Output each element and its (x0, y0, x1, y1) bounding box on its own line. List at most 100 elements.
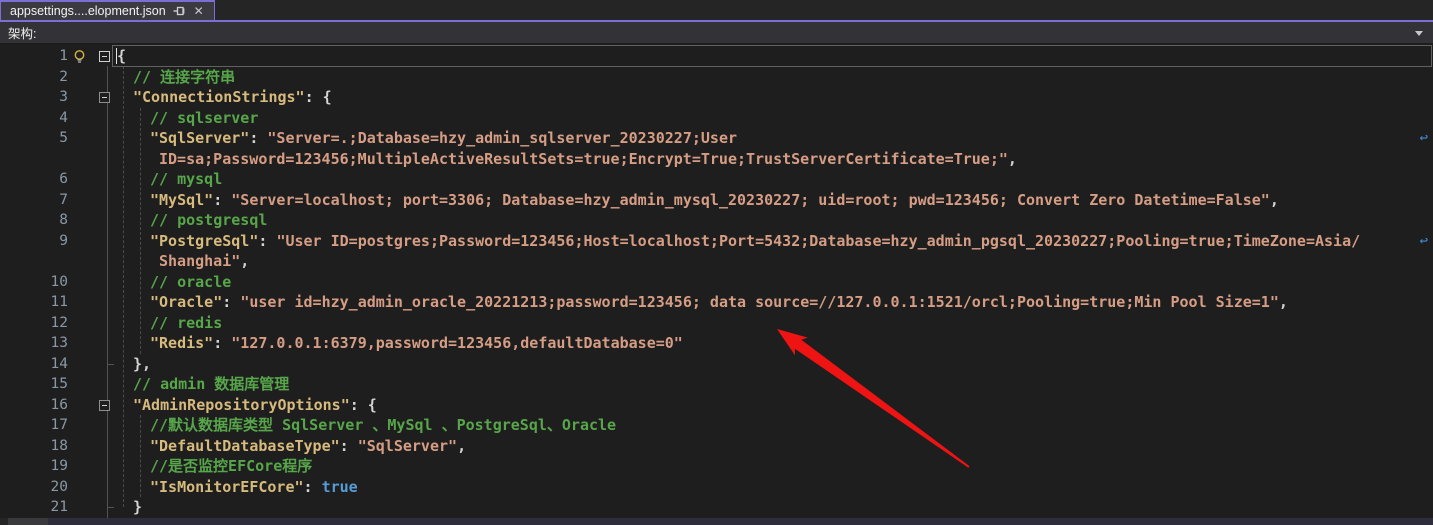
code-line[interactable]: 6// mysql (0, 169, 1433, 190)
line-number: 11 (0, 292, 68, 313)
code-text: // 连接字符串 (117, 67, 235, 88)
fold-margin (90, 272, 117, 293)
code-text: "IsMonitorEFCore": true (117, 477, 358, 498)
code-line[interactable]: Shanghai", (0, 251, 1433, 272)
scrollbar-thumb[interactable] (8, 518, 48, 525)
pin-icon[interactable] (173, 5, 185, 17)
glyph-margin (68, 415, 90, 436)
code-line[interactable]: 18"DefaultDatabaseType": "SqlServer", (0, 436, 1433, 457)
code-line[interactable]: 1{ (0, 46, 1433, 67)
glyph-margin (68, 251, 90, 272)
glyph-margin (68, 333, 90, 354)
code-text: // redis (117, 313, 222, 334)
code-line[interactable]: 17//默认数据库类型 SqlServer 、MySql 、PostgreSql… (0, 415, 1433, 436)
code-text: "AdminRepositoryOptions": { (117, 395, 377, 416)
code-text: "Redis": "127.0.0.1:6379,password=123456… (117, 333, 683, 354)
lightbulb-icon[interactable] (72, 49, 87, 64)
glyph-margin (68, 395, 90, 416)
line-number: 7 (0, 190, 68, 211)
line-number (0, 251, 68, 272)
code-text: //是否监控EFCore程序 (117, 456, 312, 477)
code-line[interactable]: 8 // postgresql (0, 210, 1433, 231)
fold-toggle-icon[interactable] (99, 92, 110, 103)
fold-margin (90, 87, 117, 108)
glyph-margin (68, 67, 90, 88)
line-number: 2 (0, 67, 68, 88)
code-text: { (117, 46, 126, 67)
glyph-margin (68, 108, 90, 129)
glyph-margin (68, 354, 90, 375)
glyph-margin (68, 497, 90, 518)
code-line[interactable]: 10// oracle (0, 272, 1433, 293)
code-text: "SqlServer": "Server=.;Database=hzy_admi… (117, 128, 737, 149)
code-line[interactable]: 12 // redis (0, 313, 1433, 334)
code-text: "MySql": "Server=localhost; port=3306; D… (117, 190, 1279, 211)
line-number: 1 (0, 46, 68, 67)
glyph-margin (68, 210, 90, 231)
fold-margin (90, 354, 117, 375)
line-number: 15 (0, 374, 68, 395)
fold-margin (90, 477, 117, 498)
code-line[interactable]: 13"Redis": "127.0.0.1:6379,password=1234… (0, 333, 1433, 354)
code-line[interactable]: 2 // 连接字符串 (0, 67, 1433, 88)
tab-title: appsettings....elopment.json (10, 4, 166, 18)
schema-label: 架构: (0, 23, 42, 42)
fold-margin (90, 231, 117, 252)
code-text: // admin 数据库管理 (117, 374, 289, 395)
fold-margin (90, 169, 117, 190)
horizontal-scrollbar[interactable] (0, 518, 1433, 525)
close-icon[interactable]: ✕ (192, 4, 206, 18)
line-number: 17 (0, 415, 68, 436)
code-line[interactable]: 14}, (0, 354, 1433, 375)
fold-margin (90, 149, 117, 170)
code-text: // oracle (117, 272, 231, 293)
code-line[interactable]: 3"ConnectionStrings": { (0, 87, 1433, 108)
line-number: 12 (0, 313, 68, 334)
code-line[interactable]: 16 "AdminRepositoryOptions": { (0, 395, 1433, 416)
code-line[interactable]: 9"PostgreSql": "User ID=postgres;Passwor… (0, 231, 1433, 252)
current-line-highlight (112, 45, 1432, 67)
code-line[interactable]: 20"IsMonitorEFCore": true (0, 477, 1433, 498)
glyph-margin (68, 374, 90, 395)
code-text: ID=sa;Password=123456;MultipleActiveResu… (117, 149, 1017, 170)
fold-margin (90, 436, 117, 457)
line-number: 3 (0, 87, 68, 108)
code-line[interactable]: 7 "MySql": "Server=localhost; port=3306; … (0, 190, 1433, 211)
vs-editor-window: appsettings....elopment.json ✕ 架构: 1{2//… (0, 0, 1433, 525)
code-line[interactable]: 5"SqlServer": "Server=.;Database=hzy_adm… (0, 128, 1433, 149)
line-number: 21 (0, 497, 68, 518)
code-text: "Oracle": "user id=hzy_admin_oracle_2022… (117, 292, 1288, 313)
code-line[interactable]: ID=sa;Password=123456;MultipleActiveResu… (0, 149, 1433, 170)
code-line[interactable]: 11 "Oracle": "user id=hzy_admin_oracle_20… (0, 292, 1433, 313)
fold-margin (90, 456, 117, 477)
chevron-down-icon (1415, 31, 1423, 36)
code-line[interactable]: 21} (0, 497, 1433, 518)
fold-margin (90, 415, 117, 436)
fold-margin (90, 497, 117, 518)
fold-margin (90, 46, 117, 67)
fold-margin (90, 251, 117, 272)
line-number: 16 (0, 395, 68, 416)
code-editor[interactable]: 1{2// 连接字符串3"ConnectionStrings": {4// sq… (0, 44, 1433, 525)
schema-combobox[interactable] (42, 22, 1433, 43)
code-rows: 1{2// 连接字符串3"ConnectionStrings": {4// sq… (0, 46, 1433, 525)
code-line[interactable]: 15 // admin 数据库管理 (0, 374, 1433, 395)
glyph-margin (68, 292, 90, 313)
tab-appsettings-json[interactable]: appsettings....elopment.json ✕ (0, 0, 215, 20)
line-number: 8 (0, 210, 68, 231)
glyph-margin (68, 231, 90, 252)
fold-margin (90, 395, 117, 416)
glyph-margin (68, 46, 90, 67)
fold-margin (90, 374, 117, 395)
fold-toggle-icon[interactable] (99, 400, 110, 411)
glyph-margin (68, 190, 90, 211)
code-text: // postgresql (117, 210, 267, 231)
glyph-margin (68, 456, 90, 477)
line-number: 6 (0, 169, 68, 190)
fold-toggle-icon[interactable] (99, 51, 110, 62)
line-number: 19 (0, 456, 68, 477)
code-line[interactable]: 4// sqlserver (0, 108, 1433, 129)
code-text: "DefaultDatabaseType": "SqlServer", (117, 436, 466, 457)
tab-bar: appsettings....elopment.json ✕ (0, 0, 1433, 22)
code-line[interactable]: 19 //是否监控EFCore程序 (0, 456, 1433, 477)
